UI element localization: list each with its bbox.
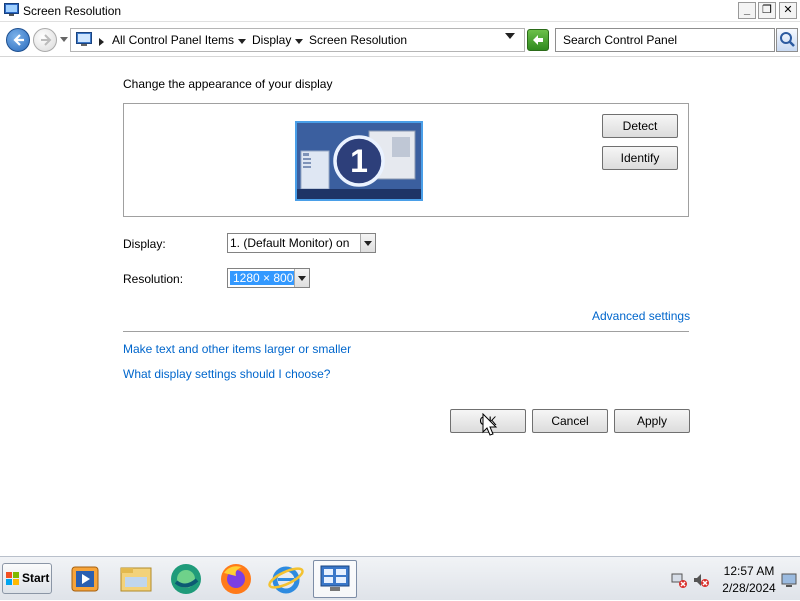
advanced-settings-link[interactable]: Advanced settings bbox=[592, 309, 690, 323]
screen-resolution-icon bbox=[4, 3, 19, 16]
system-tray: 12:57 AM 2/28/2024 bbox=[665, 561, 800, 597]
breadcrumb[interactable]: All Control Panel Items Display Screen R… bbox=[70, 28, 525, 52]
internet-explorer-icon bbox=[268, 566, 304, 594]
divider bbox=[123, 331, 689, 332]
address-row: All Control Panel Items Display Screen R… bbox=[0, 23, 800, 57]
title-bar: Screen Resolution _ ❐ ✕ bbox=[0, 0, 800, 22]
display-value: 1. (Default Monitor) on bbox=[230, 236, 350, 250]
taskbar-app-internet-explorer[interactable] bbox=[264, 560, 308, 598]
taskbar-app-file-explorer[interactable] bbox=[114, 560, 158, 598]
cancel-button[interactable]: Cancel bbox=[532, 409, 608, 433]
firefox-icon bbox=[221, 564, 251, 594]
page-heading: Change the appearance of your display bbox=[123, 77, 333, 91]
refresh-icon bbox=[533, 35, 543, 45]
search-button[interactable] bbox=[776, 28, 798, 52]
breadcrumb-separator-icon[interactable] bbox=[99, 38, 104, 46]
clock-date[interactable]: 2/28/2024 bbox=[719, 581, 779, 595]
breadcrumb-display[interactable]: Display bbox=[252, 33, 291, 47]
volume-muted-icon[interactable] bbox=[693, 572, 709, 588]
windows-logo-icon bbox=[6, 572, 19, 585]
display-label: Display: bbox=[123, 237, 166, 251]
media-player-icon bbox=[71, 566, 99, 592]
start-button[interactable]: Start bbox=[2, 563, 52, 594]
text-size-link[interactable]: Make text and other items larger or smal… bbox=[123, 342, 351, 356]
breadcrumb-dropdown-icon[interactable] bbox=[295, 39, 303, 44]
search-input[interactable]: Search Control Panel bbox=[555, 28, 775, 52]
back-arrow-icon bbox=[13, 34, 24, 46]
chevron-down-icon[interactable] bbox=[360, 234, 375, 252]
resolution-label: Resolution: bbox=[123, 272, 184, 286]
minimize-button[interactable]: _ bbox=[738, 2, 756, 19]
breadcrumb-dropdown-icon[interactable] bbox=[238, 39, 246, 44]
taskbar: Start 12:57 AM 2/28/2024 bbox=[0, 556, 800, 600]
mouse-cursor-icon bbox=[482, 413, 498, 436]
resolution-value: 1280 × 800 bbox=[230, 271, 297, 285]
breadcrumb-screen-resolution[interactable]: Screen Resolution bbox=[309, 33, 407, 47]
recent-pages-dropdown[interactable] bbox=[60, 37, 68, 42]
identify-button[interactable]: Identify bbox=[602, 146, 678, 170]
file-explorer-icon bbox=[120, 567, 152, 592]
resolution-dropdown[interactable]: 1280 × 800 bbox=[227, 268, 310, 288]
taskbar-app-control-panel[interactable] bbox=[313, 560, 357, 598]
clock-time[interactable]: 12:57 AM bbox=[719, 564, 779, 578]
search-icon bbox=[780, 32, 795, 47]
forward-button[interactable] bbox=[33, 28, 57, 52]
display-settings-help-link[interactable]: What display settings should I choose? bbox=[123, 367, 330, 381]
restore-button[interactable]: ❐ bbox=[758, 2, 776, 19]
window-title: Screen Resolution bbox=[23, 4, 122, 18]
chevron-down-icon[interactable] bbox=[294, 269, 309, 287]
display-dropdown[interactable]: 1. (Default Monitor) on bbox=[227, 233, 376, 253]
address-history-dropdown[interactable] bbox=[505, 33, 515, 39]
refresh-button[interactable] bbox=[527, 29, 549, 51]
taskbar-app-firefox[interactable] bbox=[214, 560, 258, 598]
start-label: Start bbox=[22, 571, 50, 585]
taskbar-app-media-player[interactable] bbox=[63, 560, 107, 598]
edge-icon bbox=[171, 564, 201, 594]
detect-button[interactable]: Detect bbox=[602, 114, 678, 138]
monitor-1-thumbnail[interactable]: 1 bbox=[295, 121, 423, 201]
taskbar-app-edge[interactable] bbox=[164, 560, 208, 598]
control-panel-icon bbox=[76, 32, 92, 46]
network-icon[interactable] bbox=[671, 572, 687, 588]
monitor-preview-panel: 1 Detect Identify bbox=[123, 103, 689, 217]
breadcrumb-all-control-panel-items[interactable]: All Control Panel Items bbox=[112, 33, 234, 47]
control-panel-icon bbox=[320, 565, 350, 591]
close-button[interactable]: ✕ bbox=[779, 2, 797, 19]
back-button[interactable] bbox=[6, 28, 30, 52]
apply-button[interactable]: Apply bbox=[614, 409, 690, 433]
monitor-number-label: 1 bbox=[350, 143, 368, 179]
show-desktop-icon[interactable] bbox=[781, 572, 797, 588]
forward-arrow-icon bbox=[41, 34, 52, 46]
